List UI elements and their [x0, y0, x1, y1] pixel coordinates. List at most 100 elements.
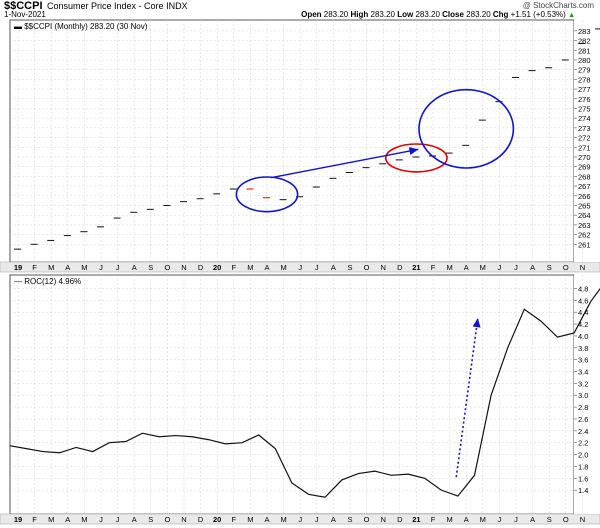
x-tick-label: A	[65, 263, 70, 272]
y-tick-label: 1.6	[578, 474, 588, 483]
y-tick-label: 268	[578, 172, 591, 181]
y-tick-label: 279	[578, 66, 591, 75]
x-tick-label: 19	[14, 263, 22, 272]
y-tick-label: 276	[578, 95, 591, 104]
y-tick-label: 275	[578, 104, 591, 113]
x-tick-label: 20	[213, 515, 221, 524]
y-tick-label: 261	[578, 240, 591, 249]
x-tick-label: M	[280, 263, 286, 272]
x-tick-label: 19	[14, 515, 22, 524]
y-tick-label: 4.8	[578, 284, 588, 293]
y-tick-label: 264	[578, 211, 591, 220]
x-tick-label: M	[480, 515, 486, 524]
x-tick-label: F	[32, 515, 37, 524]
y-tick-label: 4.4	[578, 308, 588, 317]
y-tick-label: 262	[578, 231, 591, 240]
x-tick-label: A	[331, 515, 336, 524]
x-tick-label: F	[431, 263, 436, 272]
x-tick-label: J	[514, 263, 518, 272]
x-tick-label: D	[397, 515, 403, 524]
x-tick-label: O	[364, 515, 370, 524]
x-tick-label: A	[264, 263, 269, 272]
x-tick-label: M	[480, 263, 486, 272]
x-tick-label: J	[498, 263, 502, 272]
x-tick-label: A	[464, 515, 469, 524]
x-tick-label: A	[132, 263, 137, 272]
x-tick-label: N	[580, 515, 585, 524]
x-tick-label: J	[315, 263, 319, 272]
x-tick-label: D	[198, 263, 204, 272]
x-tick-label: S	[347, 515, 352, 524]
y-tick-label: 1.8	[578, 462, 588, 471]
y-tick-label: 272	[578, 134, 591, 143]
panel-1-legend: ▬ $$CCPI (Monthly) 283.20 (30 Nov)	[14, 22, 148, 31]
x-tick-label: S	[148, 263, 153, 272]
y-tick-label: 3.8	[578, 344, 588, 353]
x-tick-label: O	[563, 263, 569, 272]
y-tick-label: 266	[578, 192, 591, 201]
x-tick-label: M	[81, 263, 87, 272]
panel-2-legend: — ROC(12) 4.96%	[14, 277, 81, 286]
x-tick-label: S	[148, 515, 153, 524]
y-tick-label: 278	[578, 75, 591, 84]
x-tick-label: A	[530, 263, 535, 272]
x-tick-label: J	[498, 515, 502, 524]
x-tick-label: J	[298, 263, 302, 272]
x-tick-label: J	[99, 515, 103, 524]
x-tick-label: O	[563, 515, 569, 524]
x-tick-label: 20	[213, 263, 221, 272]
x-tick-label: M	[280, 515, 286, 524]
y-tick-label: 277	[578, 85, 591, 94]
x-tick-label: M	[446, 263, 452, 272]
y-tick-label: 4.2	[578, 320, 588, 329]
y-tick-label: 280	[578, 56, 591, 65]
x-tick-label: O	[364, 263, 370, 272]
x-tick-label: M	[48, 263, 54, 272]
y-tick-label: 271	[578, 143, 591, 152]
y-tick-label: 3.4	[578, 368, 588, 377]
x-tick-label: D	[397, 263, 403, 272]
x-tick-label: J	[514, 515, 518, 524]
x-tick-label: M	[247, 263, 253, 272]
x-tick-label: M	[48, 515, 54, 524]
x-tick-label: 21	[412, 263, 420, 272]
y-tick-label: 265	[578, 201, 591, 210]
x-tick-label: J	[116, 515, 120, 524]
y-tick-label: 3.2	[578, 379, 588, 388]
y-tick-label: 282	[578, 37, 591, 46]
y-tick-label: 2.2	[578, 439, 588, 448]
x-tick-label: M	[446, 515, 452, 524]
x-tick-label: A	[530, 515, 535, 524]
y-tick-label: 1.4	[578, 486, 588, 495]
x-tick-label: O	[164, 515, 170, 524]
x-tick-label: 21	[412, 515, 420, 524]
y-tick-label: 4.6	[578, 296, 588, 305]
x-tick-label: N	[580, 263, 585, 272]
x-tick-label: F	[232, 263, 237, 272]
x-tick-label: N	[380, 515, 385, 524]
y-tick-label: 2.8	[578, 403, 588, 412]
y-tick-label: 263	[578, 221, 591, 230]
x-tick-label: A	[132, 515, 137, 524]
y-tick-label: 267	[578, 182, 591, 191]
y-tick-label: 3.0	[578, 391, 588, 400]
x-tick-label: M	[81, 515, 87, 524]
x-tick-label: N	[181, 263, 186, 272]
x-tick-label: N	[181, 515, 186, 524]
x-tick-label: M	[247, 515, 253, 524]
y-tick-label: 274	[578, 114, 591, 123]
x-tick-label: F	[32, 263, 37, 272]
x-tick-label: J	[298, 515, 302, 524]
chart-canvas: 2612622632642652662672682692702712722732…	[0, 19, 600, 525]
x-tick-label: N	[380, 263, 385, 272]
x-tick-label: A	[331, 263, 336, 272]
y-tick-label: 270	[578, 153, 591, 162]
x-tick-label: S	[547, 263, 552, 272]
x-tick-label: F	[431, 515, 436, 524]
x-tick-label: A	[65, 515, 70, 524]
y-tick-label: 2.6	[578, 415, 588, 424]
y-tick-label: 3.6	[578, 356, 588, 365]
x-tick-label: O	[164, 263, 170, 272]
x-tick-label: J	[315, 515, 319, 524]
x-tick-label: S	[347, 263, 352, 272]
